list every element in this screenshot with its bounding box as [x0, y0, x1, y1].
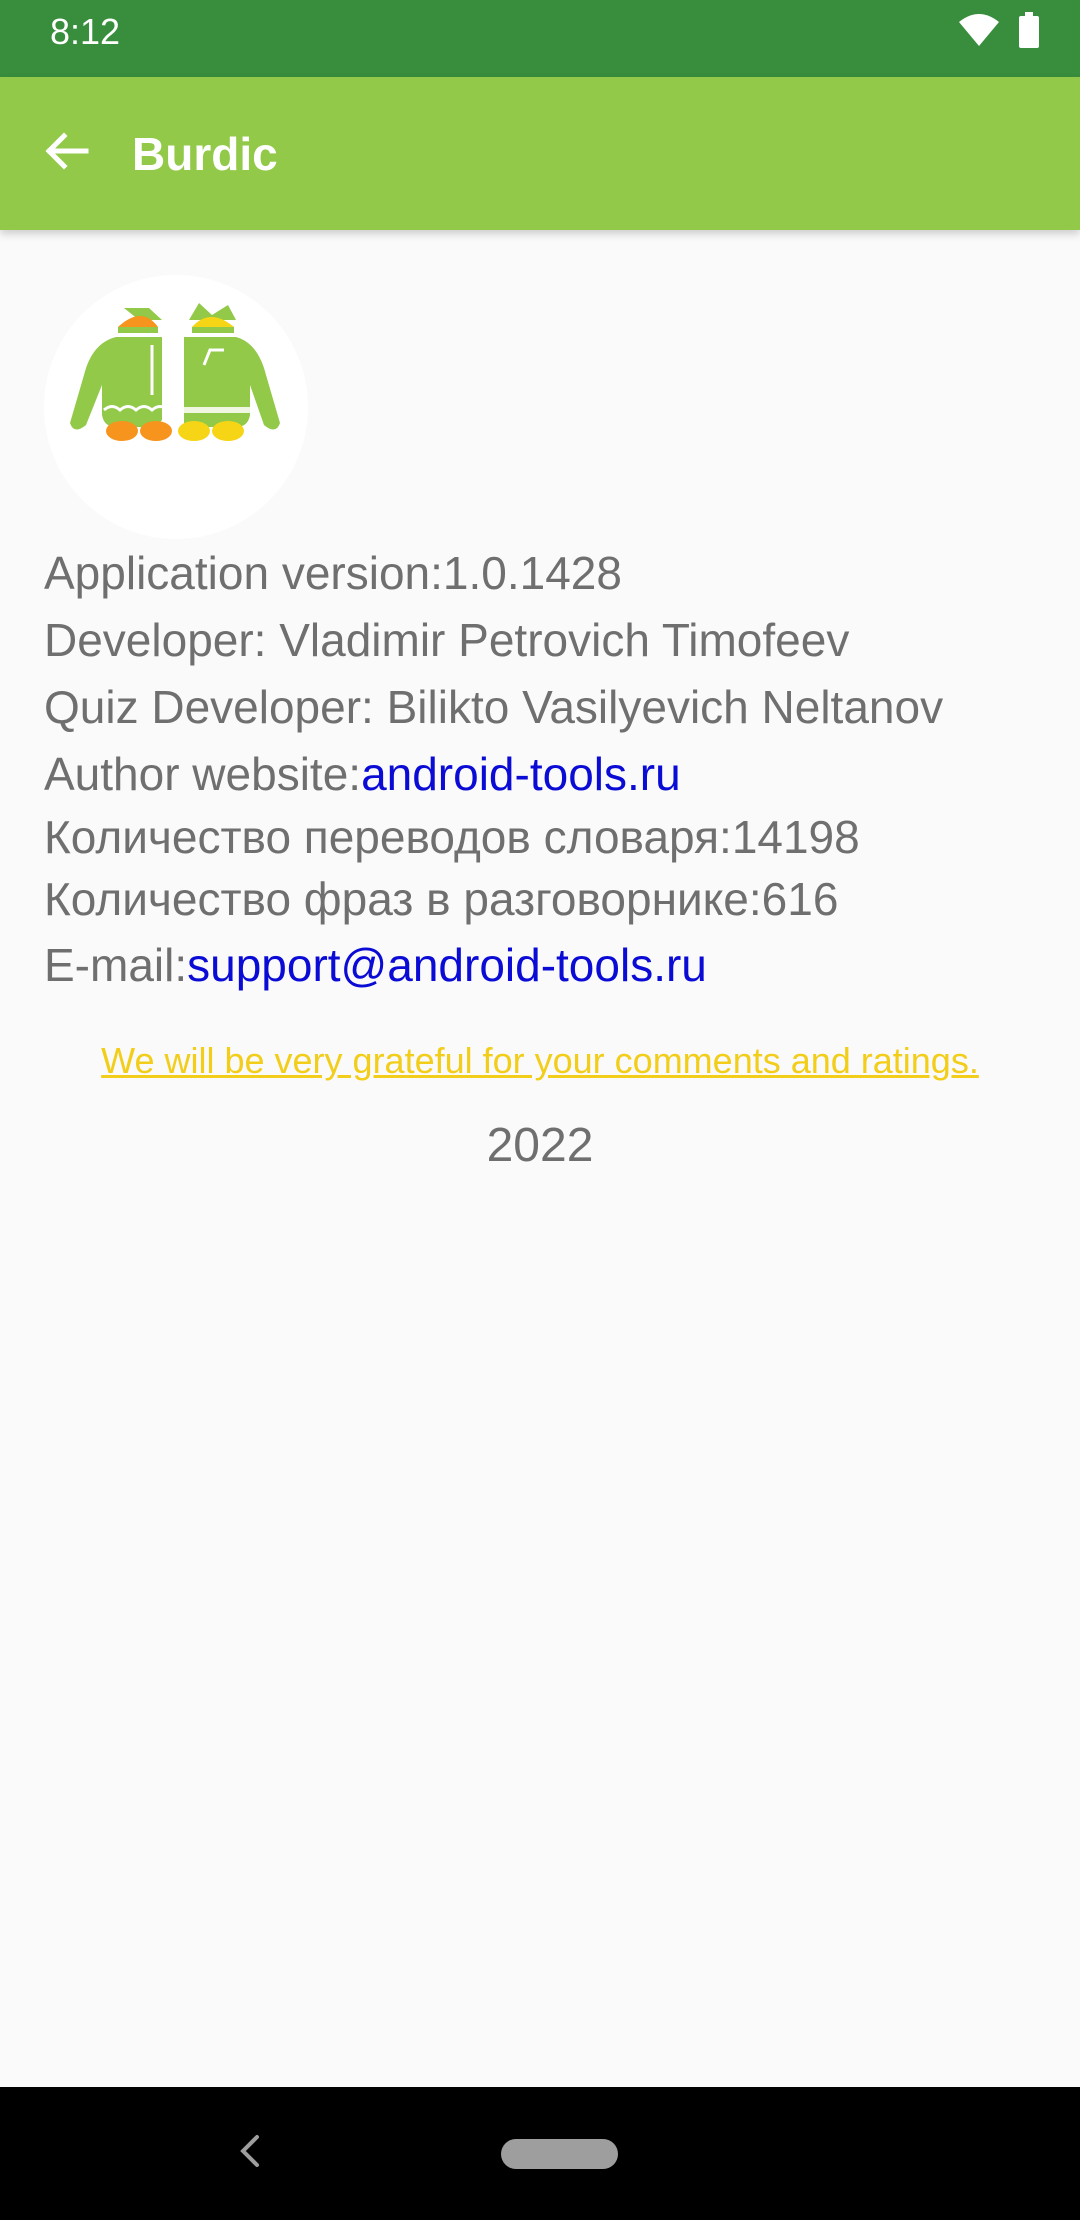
app-bar: Burdic: [0, 77, 1080, 230]
translations-line: Количество переводов словаря:14198: [44, 808, 1044, 866]
app-title: Burdic: [132, 128, 278, 180]
translations-label: Количество переводов словаря:: [44, 811, 732, 863]
status-bar: 8:12: [0, 0, 1080, 77]
battery-icon: [1018, 11, 1040, 53]
email-link[interactable]: support@android-tools.ru: [187, 939, 707, 991]
status-time: 8:12: [50, 11, 121, 52]
phrases-label: Количество фраз в разговорнике:: [44, 873, 762, 925]
version-value: 1.0.1428: [442, 547, 622, 599]
developer-line: Developer: Vladimir Petrovich Timofeev: [44, 614, 850, 666]
website-link[interactable]: android-tools.ru: [361, 748, 681, 800]
rating-feedback-link[interactable]: We will be very grateful for your commen…: [0, 1040, 1080, 1082]
email-label: E-mail:: [44, 939, 188, 991]
nav-home-button[interactable]: [501, 2139, 618, 2169]
quiz-developer-line: Quiz Developer: Bilikto Vasilyevich Nelt…: [44, 681, 944, 733]
about-info: Application version:1.0.1428 Developer: …: [44, 540, 1044, 999]
website-line: Author website:android-tools.ru: [44, 741, 1044, 808]
version-label: Application version:: [44, 547, 443, 599]
version-line: Application version:1.0.1428: [44, 540, 1044, 607]
translations-value: 14198: [731, 811, 860, 863]
email-line: E-mail:support@android-tools.ru: [44, 932, 1044, 999]
arrow-back-icon: [42, 127, 90, 180]
phrases-line: Количество фраз в разговорнике:616: [44, 866, 1044, 932]
navigation-bar: [0, 2087, 1080, 2220]
phrases-value: 616: [761, 873, 839, 925]
wifi-icon: [958, 13, 1000, 52]
app-logo: [44, 275, 308, 539]
back-button[interactable]: [30, 117, 102, 189]
nav-back-icon: [235, 2133, 265, 2174]
website-label: Author website:: [44, 748, 362, 800]
copyright-year: 2022: [486, 1119, 594, 1172]
status-icons: [958, 11, 1040, 53]
nav-back-button[interactable]: [220, 2123, 280, 2183]
